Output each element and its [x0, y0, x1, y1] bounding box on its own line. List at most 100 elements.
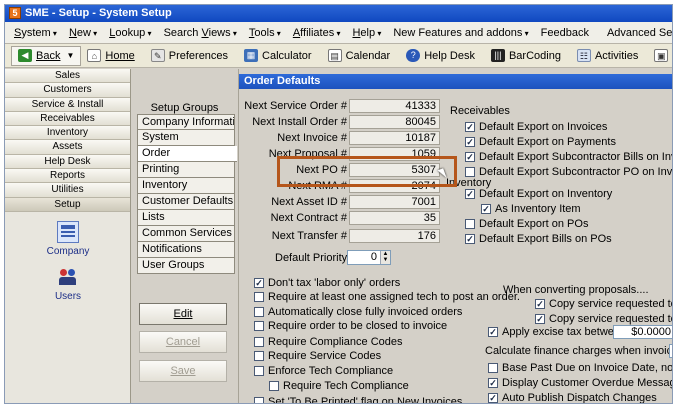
option-checkbox[interactable]: ✓: [465, 122, 475, 132]
option-checkbox[interactable]: [465, 167, 475, 177]
nav-item[interactable]: Receivables: [5, 111, 130, 127]
setup-group-tab[interactable]: Notifications: [137, 242, 235, 258]
option-checkbox[interactable]: ✓: [535, 314, 545, 324]
nav-tile-company[interactable]: Company: [5, 221, 131, 257]
nav-item[interactable]: Customers: [5, 83, 130, 98]
chevron-down-icon[interactable]: ▼: [66, 51, 74, 60]
option-row[interactable]: ✓ Auto Publish Dispatch Changes: [488, 391, 657, 403]
setup-group-tab[interactable]: Company Information: [137, 114, 235, 130]
nav-item[interactable]: Reports: [5, 169, 130, 184]
option-row[interactable]: Base Past Due on Invoice Date, not Due D: [488, 361, 672, 375]
setup-group-tab[interactable]: Inventory: [137, 178, 235, 194]
nav-item[interactable]: Utilities: [5, 183, 130, 198]
option-checkbox[interactable]: ✓: [488, 378, 498, 388]
option-row[interactable]: Require Service Codes: [254, 349, 381, 363]
calendar-button[interactable]: ▤ Calendar: [322, 46, 397, 66]
option-row[interactable]: ✓ Display Customer Overdue Message: [488, 376, 672, 390]
option-checkbox[interactable]: [254, 366, 264, 376]
nav-item[interactable]: Assets: [5, 140, 130, 155]
option-checkbox[interactable]: ✓: [481, 204, 491, 214]
menu-item[interactable]: New Features and addons ▾: [388, 27, 533, 39]
option-checkbox[interactable]: [254, 397, 264, 403]
menu-item[interactable]: Help ▾: [347, 27, 386, 39]
nav-item[interactable]: Sales: [5, 69, 130, 84]
field-value-input[interactable]: 7001: [349, 195, 440, 209]
option-checkbox[interactable]: ✓: [465, 152, 475, 162]
option-row[interactable]: ✓ Copy service requested to ser: [535, 312, 672, 326]
option-row[interactable]: Default Export Subcontractor PO on Invoi…: [465, 165, 672, 179]
option-row[interactable]: ✓ Don't tax 'labor only' orders: [254, 276, 400, 290]
menu-item[interactable]: Feedback: [536, 27, 594, 39]
option-checkbox[interactable]: ✓: [465, 137, 475, 147]
excise-tax-option[interactable]: ✓ Apply excise tax between: [488, 325, 626, 339]
setup-group-tab[interactable]: Printing: [137, 162, 235, 178]
option-checkbox[interactable]: [254, 351, 264, 361]
option-checkbox[interactable]: ✓: [535, 299, 545, 309]
option-checkbox[interactable]: ✓: [465, 234, 475, 244]
field-value-input[interactable]: 41333: [349, 99, 440, 113]
menu-item[interactable]: System ▾: [9, 27, 62, 39]
menu-item[interactable]: Search Views ▾: [159, 27, 242, 39]
menu-item[interactable]: Lookup ▾: [104, 27, 156, 39]
setup-group-tab[interactable]: User Groups: [137, 258, 235, 274]
activities-button[interactable]: ☷ Activities: [571, 46, 644, 66]
field-value-input[interactable]: 35: [349, 211, 440, 225]
option-row[interactable]: ✓ As Inventory Item: [481, 202, 581, 216]
option-checkbox[interactable]: ✓: [254, 278, 264, 288]
nav-item[interactable]: Inventory: [5, 126, 130, 141]
option-row[interactable]: Require order to be closed to invoice: [254, 319, 447, 333]
setup-group-tab[interactable]: Lists: [137, 210, 235, 226]
option-row[interactable]: Default Export on POs: [465, 217, 588, 231]
option-row[interactable]: Automatically close fully invoiced order…: [254, 305, 462, 319]
option-row[interactable]: ✓ Default Export Subcontractor Bills on I…: [465, 150, 672, 164]
default-priority-spinner[interactable]: 0 ▲ ▼: [347, 250, 391, 265]
option-checkbox[interactable]: [254, 307, 264, 317]
save-button[interactable]: Save: [139, 360, 227, 382]
option-checkbox[interactable]: ✓: [488, 393, 498, 403]
barcoding-button[interactable]: ||| BarCoding: [485, 46, 567, 66]
option-checkbox[interactable]: [269, 381, 279, 391]
field-value-input[interactable]: 80045: [349, 115, 440, 129]
option-row[interactable]: Require Compliance Codes: [254, 335, 403, 349]
menu-item[interactable]: Tools ▾: [244, 27, 286, 39]
option-row[interactable]: Require Tech Compliance: [269, 379, 409, 393]
field-value-input[interactable]: 10187: [349, 131, 440, 145]
nav-item[interactable]: Help Desk: [5, 154, 130, 170]
setup-group-tab[interactable]: Order: [137, 146, 237, 162]
option-row[interactable]: Enforce Tech Compliance: [254, 364, 393, 378]
cancel-button[interactable]: Cancel: [139, 331, 227, 353]
option-checkbox[interactable]: [488, 363, 498, 373]
option-checkbox[interactable]: [254, 321, 264, 331]
preferences-button[interactable]: ✎ Preferences: [145, 46, 234, 66]
excise-tax-checkbox[interactable]: ✓: [488, 327, 498, 337]
dispatch-button[interactable]: ▣ Di: [648, 46, 672, 66]
advanced-search-label[interactable]: Advanced Search: [602, 27, 672, 39]
setup-group-tab[interactable]: Common Services: [137, 226, 235, 242]
nav-tile-users[interactable]: Users: [5, 266, 131, 302]
spinner-arrows-icon[interactable]: ▲ ▼: [380, 251, 390, 264]
option-row[interactable]: ✓ Default Export on Payments: [465, 135, 616, 149]
option-row[interactable]: ✓ Default Export Bills on POs: [465, 232, 612, 246]
option-checkbox[interactable]: [254, 337, 264, 347]
nav-item[interactable]: Setup: [5, 197, 130, 212]
finance-charges-input[interactable]: [669, 344, 672, 358]
edit-button[interactable]: Edit: [139, 303, 227, 325]
calculator-button[interactable]: ▦ Calculator: [238, 46, 318, 66]
help-desk-button[interactable]: ? Help Desk: [400, 46, 481, 66]
excise-tax-input[interactable]: $0.0000: [613, 325, 672, 339]
menu-item[interactable]: Affiliates ▾: [288, 27, 346, 39]
field-value-input[interactable]: 176: [349, 229, 440, 243]
home-button[interactable]: ⌂ Home: [81, 46, 140, 66]
option-row[interactable]: ✓ Copy service requested to ser: [535, 297, 672, 311]
option-row[interactable]: Require at least one assigned tech to po…: [254, 290, 520, 304]
option-row[interactable]: ✓ Default Export on Inventory: [465, 187, 612, 201]
nav-item[interactable]: Service & Install: [5, 97, 130, 112]
back-button[interactable]: ◀ Back ▼: [11, 45, 82, 66]
option-checkbox[interactable]: [254, 292, 264, 302]
setup-group-tab[interactable]: System: [137, 130, 235, 146]
option-row[interactable]: Set 'To Be Printed' flag on New Invoices: [254, 395, 462, 403]
option-checkbox[interactable]: [465, 219, 475, 229]
option-row[interactable]: ✓ Default Export on Invoices: [465, 120, 607, 134]
option-checkbox[interactable]: ✓: [465, 189, 475, 199]
setup-group-tab[interactable]: Customer Defaults: [137, 194, 235, 210]
